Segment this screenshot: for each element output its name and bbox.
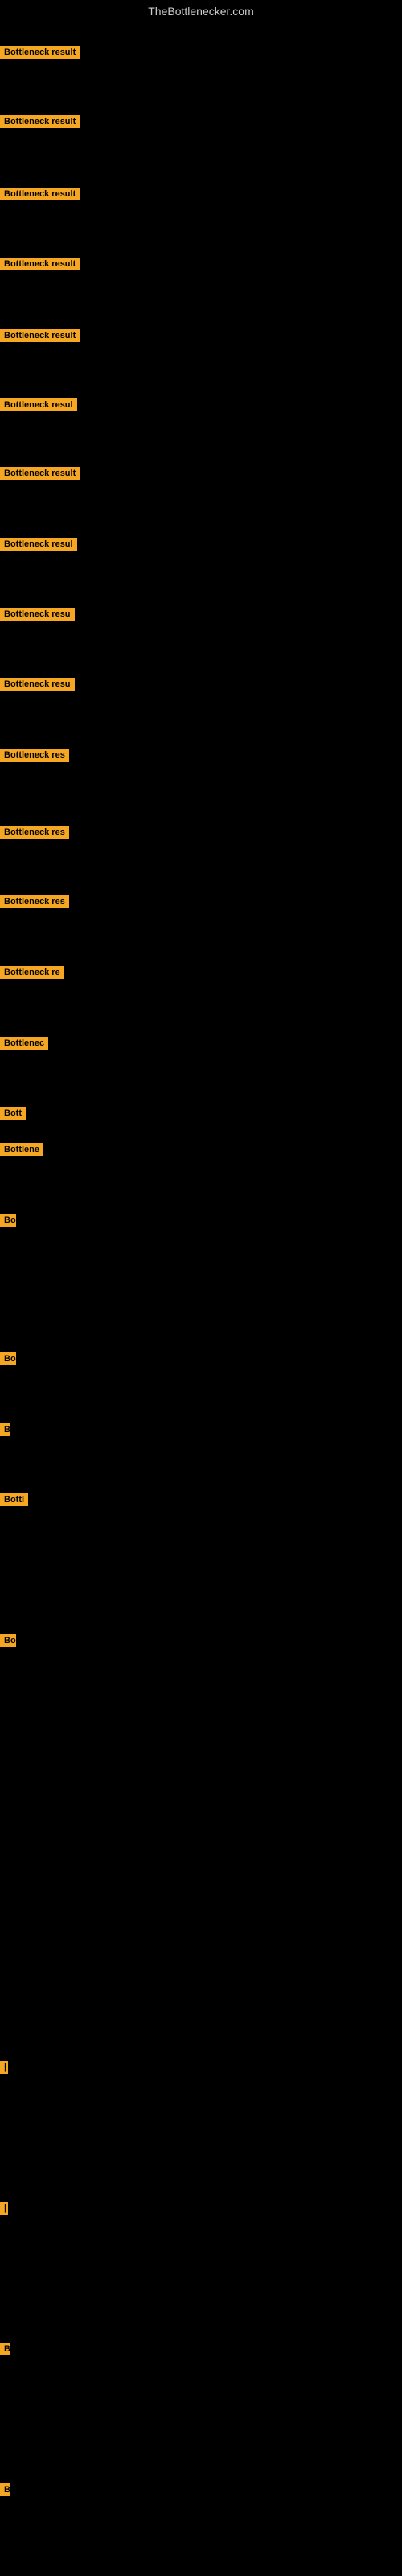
bottleneck-badge-23: | bbox=[0, 2202, 8, 2215]
bottleneck-badge-2: Bottleneck result bbox=[0, 188, 80, 200]
bottleneck-badge-11: Bottleneck res bbox=[0, 826, 69, 839]
bottleneck-badge-25: B bbox=[0, 2483, 10, 2496]
bottleneck-badge-1: Bottleneck result bbox=[0, 115, 80, 128]
bottleneck-badge-5: Bottleneck resul bbox=[0, 398, 77, 411]
bottleneck-badge-10: Bottleneck res bbox=[0, 749, 69, 762]
bottleneck-badge-13: Bottleneck re bbox=[0, 966, 64, 979]
bottleneck-badge-15: Bott bbox=[0, 1107, 26, 1120]
bottleneck-badge-19: B bbox=[0, 1423, 10, 1436]
bottleneck-badge-24: B bbox=[0, 2343, 10, 2355]
bottleneck-badge-16: Bottlene bbox=[0, 1143, 43, 1156]
bottleneck-badge-20: Bottl bbox=[0, 1493, 28, 1506]
bottleneck-badge-22: | bbox=[0, 2061, 8, 2074]
bottleneck-badge-12: Bottleneck res bbox=[0, 895, 69, 908]
bottleneck-badge-8: Bottleneck resu bbox=[0, 608, 75, 621]
site-title: TheBottlenecker.com bbox=[0, 0, 402, 23]
bottleneck-badge-4: Bottleneck result bbox=[0, 329, 80, 342]
bottleneck-badge-0: Bottleneck result bbox=[0, 46, 80, 59]
bottleneck-badge-7: Bottleneck resul bbox=[0, 538, 77, 551]
bottleneck-badge-18: Bo bbox=[0, 1352, 16, 1365]
bottleneck-badge-3: Bottleneck result bbox=[0, 258, 80, 270]
bottleneck-badge-14: Bottlenec bbox=[0, 1037, 48, 1050]
bottleneck-badge-17: Bo bbox=[0, 1214, 16, 1227]
bottleneck-badge-9: Bottleneck resu bbox=[0, 678, 75, 691]
bottleneck-badge-21: Bo bbox=[0, 1634, 16, 1647]
bottleneck-badge-6: Bottleneck result bbox=[0, 467, 80, 480]
